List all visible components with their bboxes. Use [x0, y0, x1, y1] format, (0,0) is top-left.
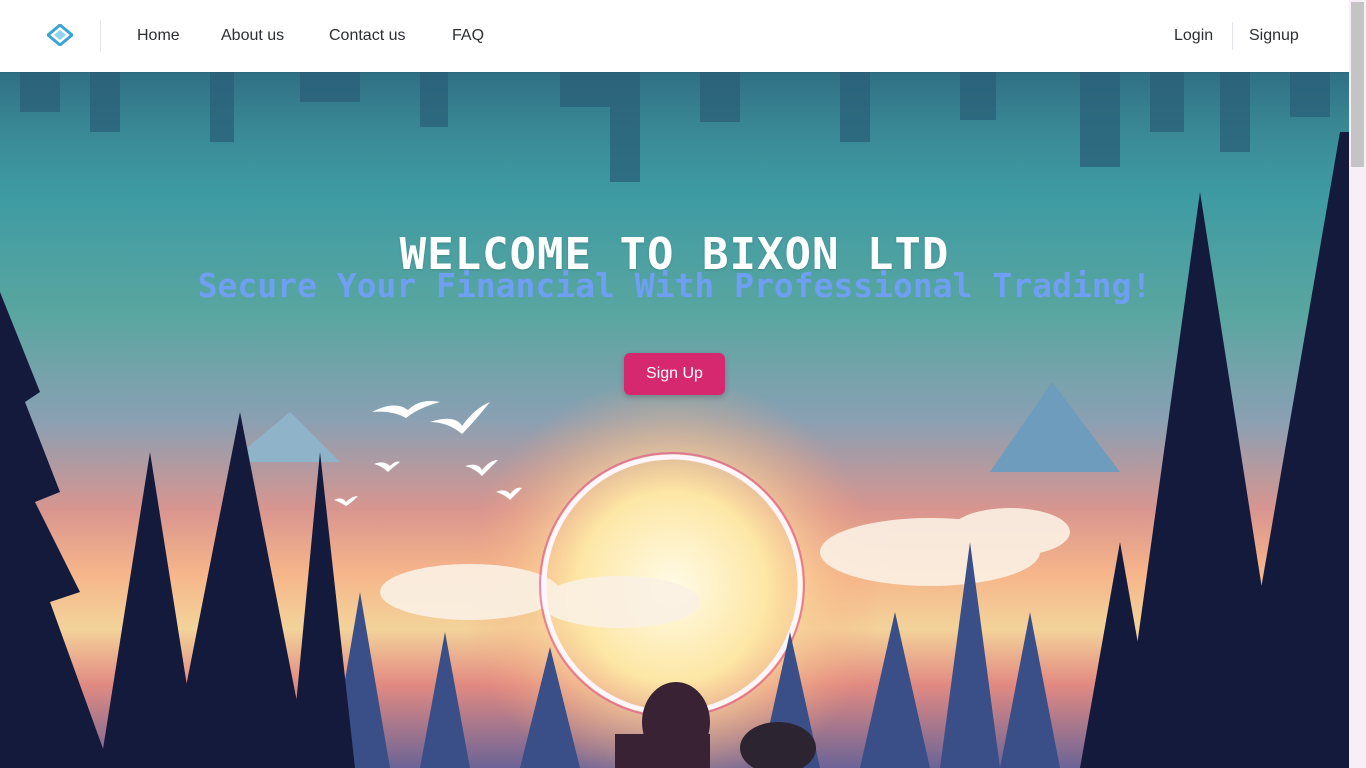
- nav-divider: [100, 20, 101, 52]
- hero-section: WELCOME TO BIXON LTD Secure Your Financi…: [0, 72, 1349, 768]
- diamond-logo-icon[interactable]: [47, 24, 73, 46]
- hero-signup-button[interactable]: Sign Up: [624, 353, 725, 395]
- nav-link-contact[interactable]: Contact us: [329, 26, 405, 46]
- auth-divider: [1232, 22, 1233, 50]
- nav-link-home[interactable]: Home: [137, 26, 180, 46]
- nav-link-about[interactable]: About us: [221, 26, 284, 46]
- top-navbar: Home About us Contact us FAQ Login Signu…: [0, 0, 1349, 72]
- hero-background-illustration: [0, 72, 1349, 768]
- signup-link[interactable]: Signup: [1249, 26, 1299, 46]
- login-link[interactable]: Login: [1174, 26, 1213, 46]
- nav-link-faq[interactable]: FAQ: [452, 26, 484, 46]
- scrollbar-thumb[interactable]: [1351, 2, 1364, 167]
- hero-subtitle: Secure Your Financial With Professional …: [197, 266, 1152, 305]
